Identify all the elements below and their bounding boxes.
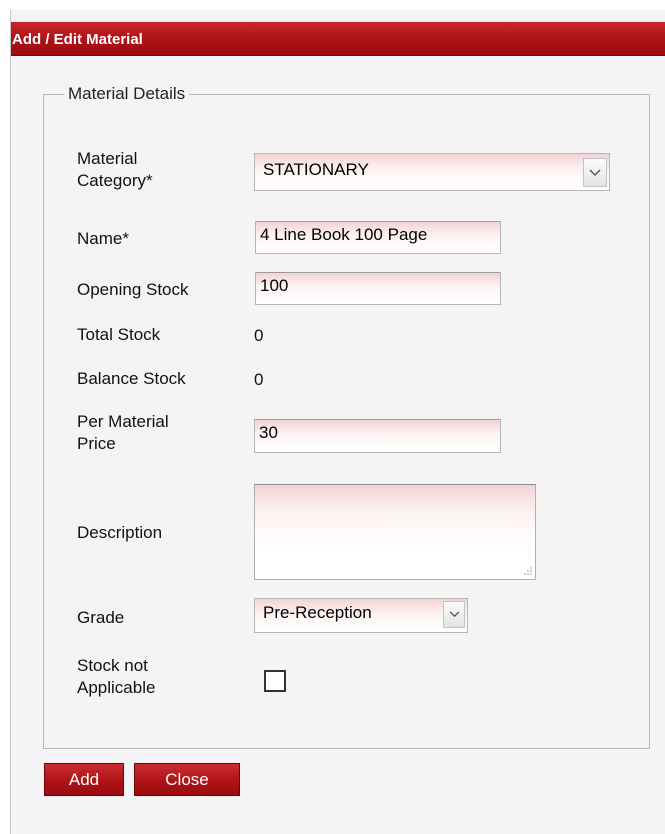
add-edit-material-dialog: Add / Edit Material Material Details Mat… [10,10,665,834]
stock-not-applicable-label-line2: Applicable [77,678,156,697]
per-material-price-label-line2: Price [77,434,116,453]
grade-label: Grade [77,608,125,627]
material-category-label-line2: Category* [77,171,153,190]
balance-stock-label: Balance Stock [77,369,186,388]
material-category-label: Material Category* [77,148,153,192]
chevron-down-icon[interactable] [443,601,465,628]
name-label: Name* [77,229,129,248]
name-input[interactable]: 4 Line Book 100 Page [255,221,501,254]
balance-stock-value: 0 [254,370,264,389]
resize-grip-icon[interactable] [522,566,532,576]
total-stock-label: Total Stock [77,325,161,344]
opening-stock-input[interactable]: 100 [255,272,501,305]
material-category-label-line1: Material [77,149,138,168]
per-material-price-label-line1: Per Material [77,412,169,431]
total-stock-value: 0 [254,326,264,345]
add-button[interactable]: Add [44,763,124,796]
grade-selected-value: Pre-Reception [263,603,372,622]
dialog-titlebar: Add / Edit Material [11,22,665,56]
chevron-down-icon[interactable] [583,158,607,187]
close-button[interactable]: Close [134,763,240,796]
stock-not-applicable-label-line1: Stock not [77,656,148,675]
grade-select[interactable]: Pre-Reception [254,598,468,633]
stock-not-applicable-label: Stock not Applicable [77,655,155,699]
opening-stock-label: Opening Stock [77,280,189,299]
material-category-selected-value: STATIONARY [263,160,369,179]
fieldset-legend: Material Details [64,84,190,104]
description-label: Description [77,523,163,542]
stock-not-applicable-checkbox[interactable] [264,670,286,692]
material-category-select[interactable]: STATIONARY [254,153,610,191]
per-material-price-input[interactable]: 30 [254,419,501,453]
dialog-title: Add / Edit Material [12,31,143,48]
per-material-price-label: Per Material Price [77,411,169,455]
description-textarea[interactable] [254,484,536,580]
